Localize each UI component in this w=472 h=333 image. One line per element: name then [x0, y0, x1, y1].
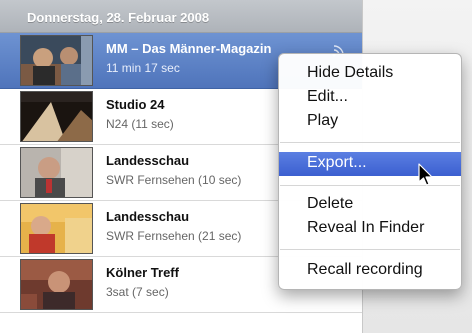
- menu-item-label: Export...: [307, 154, 367, 171]
- recording-thumbnail: [20, 147, 93, 198]
- menu-item-label: Edit...: [307, 88, 348, 105]
- recording-title: MM – Das Männer-Magazin: [106, 41, 272, 56]
- recording-subtitle: SWR Fernsehen (10 sec): [106, 173, 242, 187]
- recording-title: Landesschau: [106, 209, 190, 224]
- recording-thumbnail: [20, 203, 93, 254]
- recording-thumbnail: [20, 91, 93, 142]
- menu-item-reveal-in-finder[interactable]: Reveal In Finder: [279, 217, 461, 241]
- date-group-header: Donnerstag, 28. Februar 2008: [0, 0, 362, 33]
- recording-subtitle: N24 (11 sec): [106, 117, 174, 131]
- recording-title: Studio 24: [106, 97, 165, 112]
- menu-item-label: Hide Details: [307, 64, 394, 81]
- recording-title: Landesschau: [106, 153, 190, 168]
- menu-item-label: Recall recording: [307, 261, 423, 278]
- menu-item-label: Play: [307, 112, 339, 129]
- menu-item-label: Reveal In Finder: [307, 219, 425, 236]
- menu-item-recall-recording[interactable]: Recall recording: [279, 259, 461, 283]
- menu-item-delete[interactable]: Delete: [279, 193, 461, 217]
- recording-subtitle: 11 min 17 sec: [106, 61, 180, 75]
- date-header-label: Donnerstag, 28. Februar 2008: [27, 10, 210, 25]
- menu-item-label: Delete: [307, 195, 354, 212]
- menu-separator: [280, 249, 460, 250]
- menu-item-hide-details[interactable]: Hide Details: [279, 62, 461, 86]
- context-menu: Hide Details Edit... Play Export... Dele…: [278, 53, 462, 290]
- menu-separator: [280, 142, 460, 143]
- mouse-pointer-icon: [418, 163, 434, 192]
- recording-title: Kölner Treff: [106, 265, 179, 280]
- menu-item-play[interactable]: Play: [279, 110, 461, 134]
- menu-item-edit[interactable]: Edit...: [279, 86, 461, 110]
- recording-thumbnail: [20, 35, 93, 86]
- recording-thumbnail: [20, 259, 93, 310]
- recording-subtitle: SWR Fernsehen (21 sec): [106, 229, 242, 243]
- recording-subtitle: 3sat (7 sec): [106, 285, 169, 299]
